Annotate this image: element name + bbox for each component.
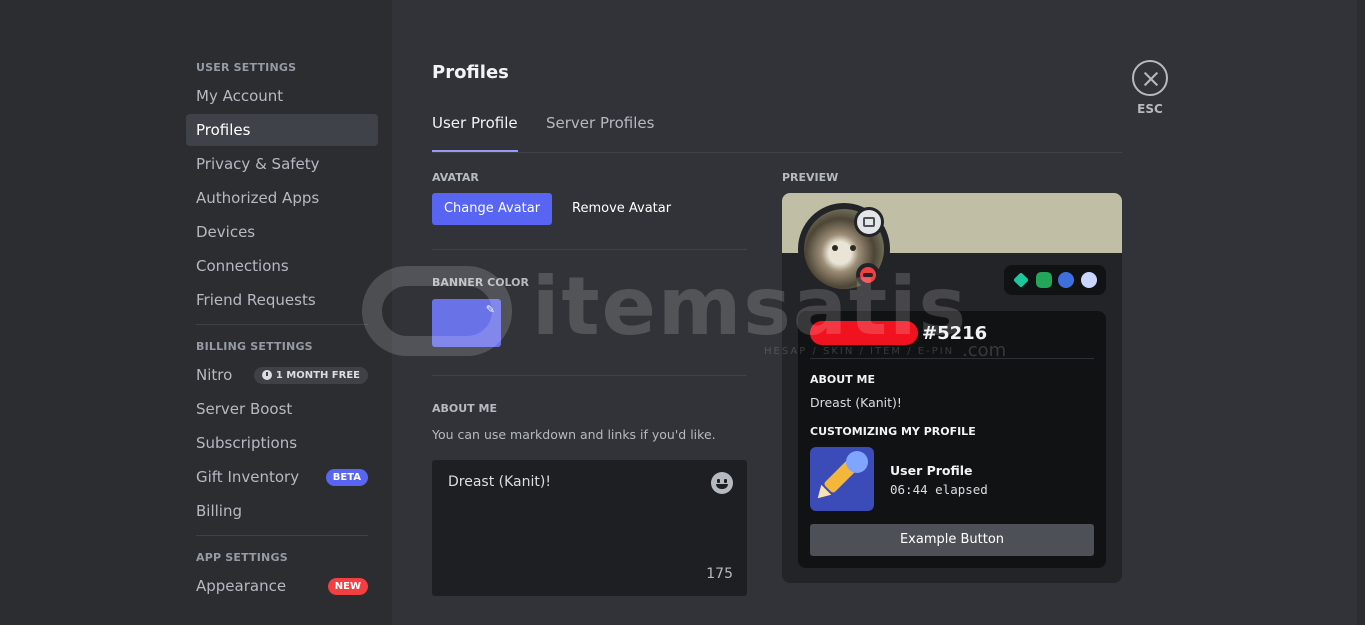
about-me-textarea[interactable]: Dreast (Kanit)! 175 xyxy=(432,460,747,596)
close-settings: ESC xyxy=(1132,60,1168,116)
avatar-eye xyxy=(850,245,856,251)
nitro-badge-icon[interactable] xyxy=(1080,272,1097,288)
change-avatar-button[interactable]: Change Avatar xyxy=(432,193,552,225)
preview-label: Preview xyxy=(782,171,839,184)
close-icon[interactable] xyxy=(1132,60,1168,96)
sidebar-item-appearance[interactable]: Appearance NEW xyxy=(186,570,378,602)
profiles-content: Profiles User Profile Server Profiles Av… xyxy=(432,0,1122,625)
pencil-icon: ✎ xyxy=(485,303,495,316)
preview-about-me-text: Dreast (Kanit)! xyxy=(810,395,902,410)
hypesquad-badge-icon[interactable] xyxy=(1013,272,1030,288)
sidebar-divider xyxy=(196,324,368,325)
sidebar-item-label: My Account xyxy=(196,87,284,105)
discriminator: #5216 xyxy=(922,322,988,344)
avatar-eye xyxy=(832,245,838,251)
sidebar-item-devices[interactable]: Devices xyxy=(186,216,378,248)
developer-badge-icon[interactable] xyxy=(1058,272,1075,288)
activity-image xyxy=(810,447,874,511)
nitro-promo-text: 1 MONTH FREE xyxy=(275,369,360,381)
profile-preview: #5216 About Me Dreast (Kanit)! Customizi… xyxy=(782,193,1122,583)
sidebar-item-server-boost[interactable]: Server Boost xyxy=(186,393,378,425)
add-photo-icon[interactable] xyxy=(854,207,884,237)
activity-title: User Profile xyxy=(890,463,973,478)
sidebar-item-friend-requests[interactable]: Friend Requests xyxy=(186,284,378,316)
about-me-label: About Me xyxy=(432,402,497,415)
sidebar-item-label: Devices xyxy=(196,223,256,241)
sidebar-item-subscriptions[interactable]: Subscriptions xyxy=(186,427,378,459)
example-button[interactable]: Example Button xyxy=(810,524,1094,556)
do-not-disturb-status-icon xyxy=(856,263,880,287)
sidebar-item-label: Gift Inventory xyxy=(196,468,300,486)
sidebar-item-label: Authorized Apps xyxy=(196,189,320,207)
clock-icon xyxy=(261,370,272,380)
nitro-promo-badge: 1 MONTH FREE xyxy=(253,366,368,384)
sidebar-item-gift-inventory[interactable]: Gift Inventory BETA xyxy=(186,461,378,493)
activity-label: Customizing My Profile xyxy=(810,425,976,438)
sidebar-item-profiles[interactable]: Profiles xyxy=(186,114,378,146)
sidebar-item-label: Privacy & Safety xyxy=(196,155,320,173)
profile-badges xyxy=(1004,265,1106,295)
sidebar-divider xyxy=(196,535,368,536)
tab-server-profiles[interactable]: Server Profiles xyxy=(546,114,654,152)
avatar-label: Avatar xyxy=(432,171,479,184)
about-me-hint: You can use markdown and links if you'd … xyxy=(432,427,716,442)
profile-info-card: #5216 About Me Dreast (Kanit)! Customizi… xyxy=(798,311,1106,568)
sidebar-item-label: Connections xyxy=(196,257,289,275)
banner-color-swatch[interactable]: ✎ xyxy=(432,299,501,347)
sidebar-item-label: Server Boost xyxy=(196,400,293,418)
sidebar-nav: User Settings My Account Profiles Privac… xyxy=(186,60,378,604)
profile-tabs: User Profile Server Profiles xyxy=(432,106,1122,153)
sidebar-item-label: Appearance xyxy=(196,577,287,595)
sidebar-item-nitro[interactable]: Nitro 1 MONTH FREE xyxy=(186,359,378,391)
esc-label: ESC xyxy=(1137,102,1163,116)
activity-elapsed: 06:44 elapsed xyxy=(890,482,988,497)
sidebar-item-label: Billing xyxy=(196,502,242,520)
beta-badge: BETA xyxy=(325,468,368,486)
page-title: Profiles xyxy=(432,62,509,83)
sidebar-item-label: Profiles xyxy=(196,121,251,139)
about-me-value: Dreast (Kanit)! xyxy=(448,474,551,490)
sidebar-header-app-settings: App Settings xyxy=(196,551,288,564)
sidebar-item-authorized-apps[interactable]: Authorized Apps xyxy=(186,182,378,214)
redacted-username xyxy=(810,321,918,345)
character-counter: 175 xyxy=(706,566,733,582)
sidebar-item-connections[interactable]: Connections xyxy=(186,250,378,282)
blob-art xyxy=(846,451,868,473)
sidebar-header-billing-settings: Billing Settings xyxy=(196,340,313,353)
sidebar-item-label: Friend Requests xyxy=(196,291,316,309)
banner-color-label: Banner Color xyxy=(432,276,529,289)
settings-sidebar: User Settings My Account Profiles Privac… xyxy=(0,0,392,625)
sidebar-header-user-settings: User Settings xyxy=(196,61,297,74)
username: #5216 xyxy=(810,321,987,345)
sidebar-item-my-account[interactable]: My Account xyxy=(186,80,378,112)
new-badge: NEW xyxy=(327,577,368,595)
emoji-icon[interactable] xyxy=(711,472,733,494)
active-developer-badge-icon[interactable] xyxy=(1035,272,1052,288)
remove-avatar-button[interactable]: Remove Avatar xyxy=(560,193,683,225)
sidebar-item-label: Subscriptions xyxy=(196,434,298,452)
tab-user-profile[interactable]: User Profile xyxy=(432,114,518,152)
preview-about-me-label: About Me xyxy=(810,373,875,386)
sidebar-item-label: Nitro xyxy=(196,366,233,384)
section-divider xyxy=(432,375,747,376)
sidebar-item-privacy-safety[interactable]: Privacy & Safety xyxy=(186,148,378,180)
scrollbar[interactable] xyxy=(1357,0,1365,625)
card-divider xyxy=(810,358,1094,359)
section-divider xyxy=(432,249,747,250)
sidebar-item-billing[interactable]: Billing xyxy=(186,495,378,527)
